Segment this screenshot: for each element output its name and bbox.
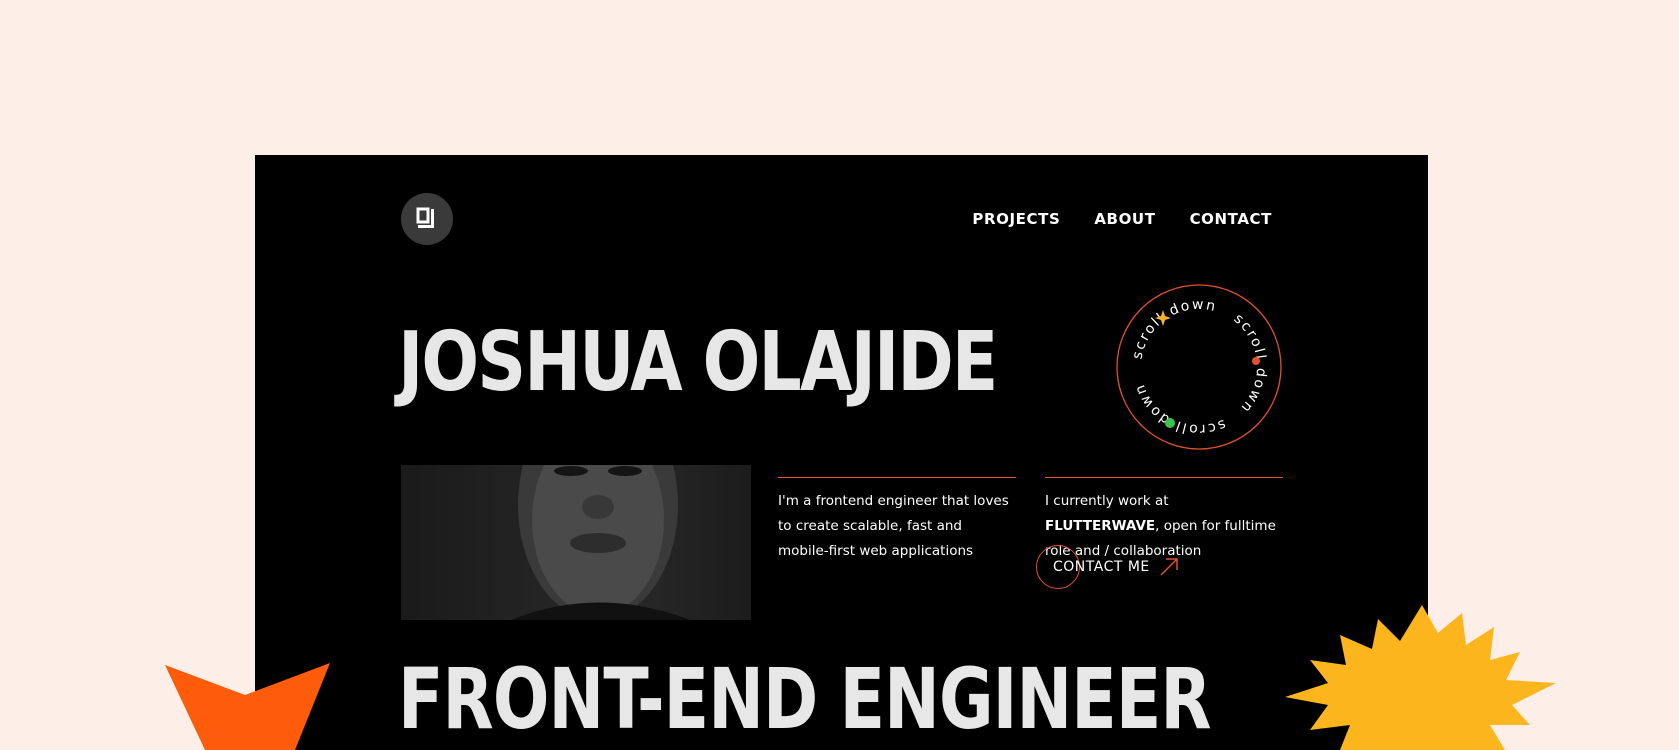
scroll-down-badge[interactable]: scroll down scroll down scroll down 😜 bbox=[1115, 283, 1283, 451]
contact-me-label: CONTACT ME bbox=[1053, 559, 1150, 575]
intro-text: I'm a frontend engineer that loves to cr… bbox=[778, 477, 1016, 564]
nav-contact[interactable]: CONTACT bbox=[1190, 210, 1272, 228]
hero-name: JOSHUA OLAJIDE bbox=[398, 315, 998, 410]
badge-text-2: scroll down bbox=[1231, 311, 1270, 417]
arrow-up-right-icon bbox=[1160, 558, 1178, 576]
nav-about[interactable]: ABOUT bbox=[1094, 210, 1155, 228]
logo[interactable] bbox=[401, 193, 453, 245]
badge-text-3: scroll down bbox=[1132, 381, 1228, 437]
burst-icon bbox=[1165, 418, 1175, 428]
work-prefix: I currently work at bbox=[1045, 493, 1169, 509]
nav-projects[interactable]: PROJECTS bbox=[972, 210, 1060, 228]
hero-frame: PROJECTS ABOUT CONTACT JOSHUA OLAJIDE sc… bbox=[255, 155, 1428, 750]
portrait-photo-icon bbox=[511, 465, 691, 620]
contact-me-button[interactable]: CONTACT ME bbox=[1036, 545, 1180, 589]
portrait-image bbox=[401, 465, 751, 620]
role-title: FRONT-END ENGINEER bbox=[398, 650, 1212, 748]
wink-emoji-icon: 😜 bbox=[1182, 348, 1215, 386]
orange-star-icon bbox=[165, 663, 330, 750]
yellow-burst-icon bbox=[1285, 605, 1556, 750]
main-nav: PROJECTS ABOUT CONTACT bbox=[972, 210, 1272, 228]
work-company: FLUTTERWAVE bbox=[1045, 518, 1156, 534]
logo-icon bbox=[416, 207, 434, 228]
asterisk-icon bbox=[1252, 357, 1260, 365]
